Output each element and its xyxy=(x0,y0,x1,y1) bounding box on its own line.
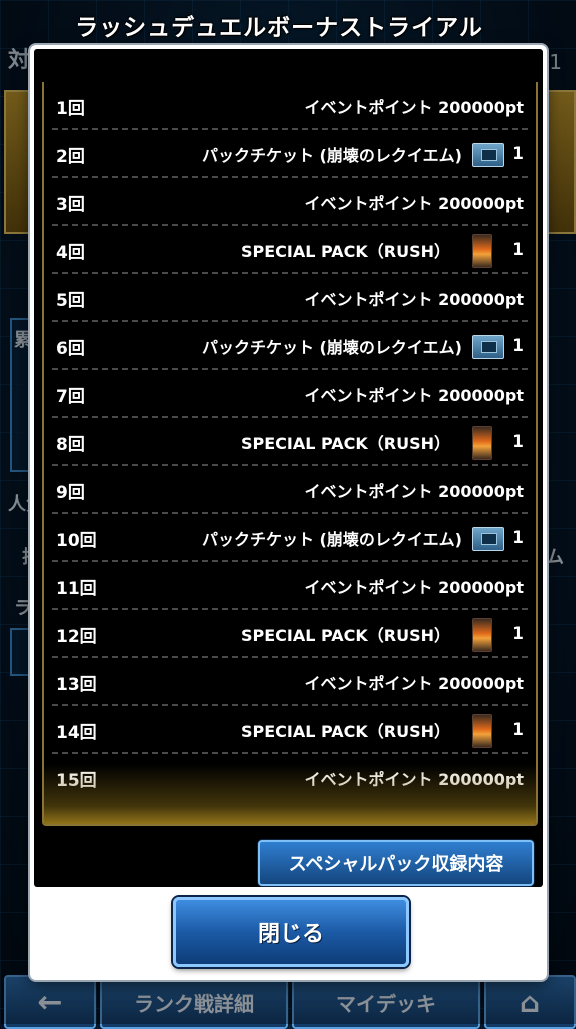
reward-count: 15回 xyxy=(56,770,97,791)
reward-row: 4回 SPECIAL PACK（RUSH） 1 xyxy=(52,226,528,274)
reward-row: 8回 SPECIAL PACK（RUSH） 1 xyxy=(52,418,528,466)
reward-row: 6回 パックチケット (崩壊のレクイエム) 1 xyxy=(52,322,528,370)
reward-name: イベントポイント 200000pt xyxy=(304,290,524,309)
reward-quantity: 1 xyxy=(512,528,524,548)
reward-row: 2回 パックチケット (崩壊のレクイエム) 1 xyxy=(52,130,528,178)
reward-name: イベントポイント 200000pt xyxy=(304,674,524,693)
reward-name: イベントポイント 200000pt xyxy=(304,194,524,213)
reward-row: 3回 イベントポイント 200000pt xyxy=(52,178,528,226)
reward-count: 4回 xyxy=(56,242,85,263)
reward-name: パックチケット (崩壊のレクイエム) xyxy=(201,530,462,549)
reward-name: イベントポイント 200000pt xyxy=(304,386,524,405)
reward-count: 2回 xyxy=(56,146,85,167)
reward-name: パックチケット (崩壊のレクイエム) xyxy=(201,338,462,357)
reward-count: 9回 xyxy=(56,482,85,503)
reward-row: 11回 イベントポイント 200000pt xyxy=(52,562,528,610)
reward-quantity: 1 xyxy=(512,144,524,164)
reward-quantity: 1 xyxy=(512,624,524,644)
reward-count: 10回 xyxy=(56,530,97,551)
pack-icon xyxy=(472,714,492,748)
pack-icon xyxy=(472,618,492,652)
reward-row: 9回 イベントポイント 200000pt xyxy=(52,466,528,514)
reward-name: イベントポイント 200000pt xyxy=(304,770,524,789)
reward-row: 7回 イベントポイント 200000pt xyxy=(52,370,528,418)
ticket-icon xyxy=(472,330,504,359)
pack-icon xyxy=(472,234,492,268)
reward-count: 6回 xyxy=(56,338,85,359)
reward-quantity: 1 xyxy=(512,720,524,740)
reward-count: 5回 xyxy=(56,290,85,311)
reward-row: 15回 イベントポイント 200000pt xyxy=(52,754,528,802)
reward-name: イベントポイント 200000pt xyxy=(304,98,524,117)
reward-row: 1回 イベントポイント 200000pt xyxy=(52,82,528,130)
special-pack-contents-button[interactable]: スペシャルパック収録内容 xyxy=(258,840,534,886)
reward-name: SPECIAL PACK（RUSH） xyxy=(240,242,450,261)
reward-name: SPECIAL PACK（RUSH） xyxy=(240,434,450,453)
reward-quantity: 1 xyxy=(512,336,524,356)
ticket-icon xyxy=(472,138,504,167)
reward-count: 7回 xyxy=(56,386,85,407)
dialog-title: ラッシュデュエルボーナストライアル xyxy=(75,15,483,41)
reward-count: 11回 xyxy=(56,578,97,599)
reward-quantity: 1 xyxy=(512,432,524,452)
pack-icon xyxy=(472,426,492,460)
reward-quantity: 1 xyxy=(512,240,524,260)
reward-row: 12回 SPECIAL PACK（RUSH） 1 xyxy=(52,610,528,658)
reward-count: 3回 xyxy=(56,194,85,215)
reward-name: SPECIAL PACK（RUSH） xyxy=(240,722,450,741)
reward-name: SPECIAL PACK（RUSH） xyxy=(240,626,450,645)
ticket-icon xyxy=(472,522,504,551)
reward-count: 13回 xyxy=(56,674,97,695)
reward-row: 14回 SPECIAL PACK（RUSH） 1 xyxy=(52,706,528,754)
reward-count: 12回 xyxy=(56,626,97,647)
reward-name: イベントポイント 200000pt xyxy=(304,482,524,501)
reward-name: イベントポイント 200000pt xyxy=(304,578,524,597)
reward-count: 14回 xyxy=(56,722,97,743)
reward-count: 1回 xyxy=(56,98,85,119)
reward-name: パックチケット (崩壊のレクイエム) xyxy=(201,146,462,165)
close-button[interactable]: 閉じる xyxy=(173,897,409,967)
reward-list[interactable]: 1回 イベントポイント 200000pt 2回 パックチケット (崩壊のレクイエム) 1… xyxy=(42,82,538,826)
reward-row: 10回 パックチケット (崩壊のレクイエム) 1 xyxy=(52,514,528,562)
reward-count: 8回 xyxy=(56,434,85,455)
reward-row: 5回 イベントポイント 200000pt xyxy=(52,274,528,322)
reward-row: 13回 イベントポイント 200000pt xyxy=(52,658,528,706)
